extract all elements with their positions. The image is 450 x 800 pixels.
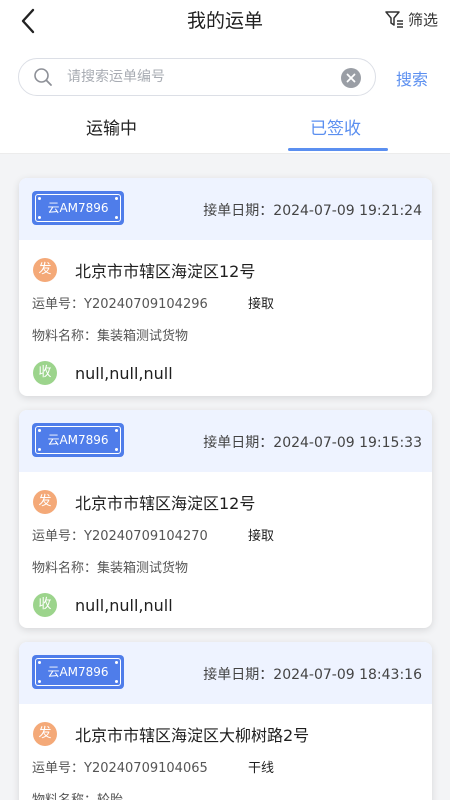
- order-card[interactable]: 云AM7896 接单日期：2024-07-09 18:43:16 发 北京市市辖…: [19, 642, 432, 800]
- order-type: 接取: [248, 297, 275, 312]
- order-type: 接取: [248, 529, 275, 544]
- tab-in-transit[interactable]: 运输中: [86, 114, 137, 139]
- license-plate: 云AM7896: [32, 655, 124, 689]
- waybill-row: 运单号：Y20240709104065 干线: [32, 757, 274, 776]
- origin-row: 发 北京市市辖区海淀区12号: [33, 258, 255, 282]
- clear-search-button[interactable]: [341, 68, 361, 88]
- send-badge: 发: [33, 258, 57, 282]
- origin-address: 北京市市辖区海淀区12号: [75, 262, 256, 281]
- material-name: 集装箱测试货物: [97, 561, 189, 576]
- order-date: 接单日期：2024-07-09 19:21:24: [203, 203, 422, 219]
- material-row: 物料名称：轮胎: [32, 789, 123, 800]
- active-tab-indicator: [288, 148, 388, 151]
- receive-badge: 收: [33, 593, 57, 617]
- waybill-row: 运单号：Y20240709104296 接取: [32, 293, 274, 312]
- order-card[interactable]: 云AM7896 接单日期：2024-07-09 19:15:33 发 北京市市辖…: [19, 410, 432, 628]
- origin-address: 北京市市辖区海淀区大柳树路2号: [75, 726, 310, 745]
- origin-address: 北京市市辖区海淀区12号: [75, 494, 256, 513]
- material-row: 物料名称：集装箱测试货物: [32, 329, 189, 344]
- close-icon: [346, 73, 356, 83]
- card-header: 云AM7896 接单日期：2024-07-09 19:15:33: [19, 410, 432, 472]
- order-date: 接单日期：2024-07-09 18:43:16: [203, 667, 422, 683]
- search-input[interactable]: [67, 65, 337, 89]
- license-plate: 云AM7896: [32, 423, 124, 457]
- destination-row: 收 null,null,null: [33, 593, 173, 617]
- order-type: 干线: [248, 761, 275, 776]
- destination-address: null,null,null: [75, 595, 173, 615]
- filter-button[interactable]: 筛选: [384, 8, 438, 30]
- top-bar: 我的运单 筛选: [0, 0, 450, 44]
- page-title: 我的运单: [186, 10, 263, 32]
- destination-address: null,null,null: [75, 363, 173, 383]
- search-button[interactable]: 搜索: [396, 66, 428, 90]
- search-row: 搜索: [0, 44, 450, 106]
- origin-row: 发 北京市市辖区海淀区大柳树路2号: [33, 722, 309, 746]
- search-icon: [34, 68, 52, 86]
- receive-badge: 收: [33, 361, 57, 385]
- waybill-row: 运单号：Y20240709104270 接取: [32, 525, 274, 544]
- plate-number: 云AM7896: [47, 433, 109, 447]
- waybill-number: Y20240709104065: [84, 761, 208, 776]
- plate-number: 云AM7896: [47, 201, 109, 215]
- destination-row: 收 null,null,null: [33, 361, 173, 385]
- waybill-number: Y20240709104296: [84, 297, 208, 312]
- material-name: 集装箱测试货物: [97, 329, 189, 344]
- order-card[interactable]: 云AM7896 接单日期：2024-07-09 19:21:24 发 北京市市辖…: [19, 178, 432, 396]
- license-plate: 云AM7896: [32, 191, 124, 225]
- material-name: 轮胎: [97, 793, 123, 800]
- origin-row: 发 北京市市辖区海淀区12号: [33, 490, 255, 514]
- tab-bar: 运输中 已签收: [0, 106, 450, 154]
- material-row: 物料名称：集装箱测试货物: [32, 561, 189, 576]
- waybill-number: Y20240709104270: [84, 529, 208, 544]
- filter-icon: [385, 11, 403, 28]
- card-header: 云AM7896 接单日期：2024-07-09 18:43:16: [19, 642, 432, 704]
- filter-label: 筛选: [407, 10, 438, 29]
- card-header: 云AM7896 接单日期：2024-07-09 19:21:24: [19, 178, 432, 240]
- search-box[interactable]: [18, 58, 376, 96]
- send-badge: 发: [33, 490, 57, 514]
- plate-number: 云AM7896: [47, 665, 109, 679]
- send-badge: 发: [33, 722, 57, 746]
- tab-signed[interactable]: 已签收: [310, 114, 361, 139]
- order-date: 接单日期：2024-07-09 19:15:33: [203, 435, 422, 451]
